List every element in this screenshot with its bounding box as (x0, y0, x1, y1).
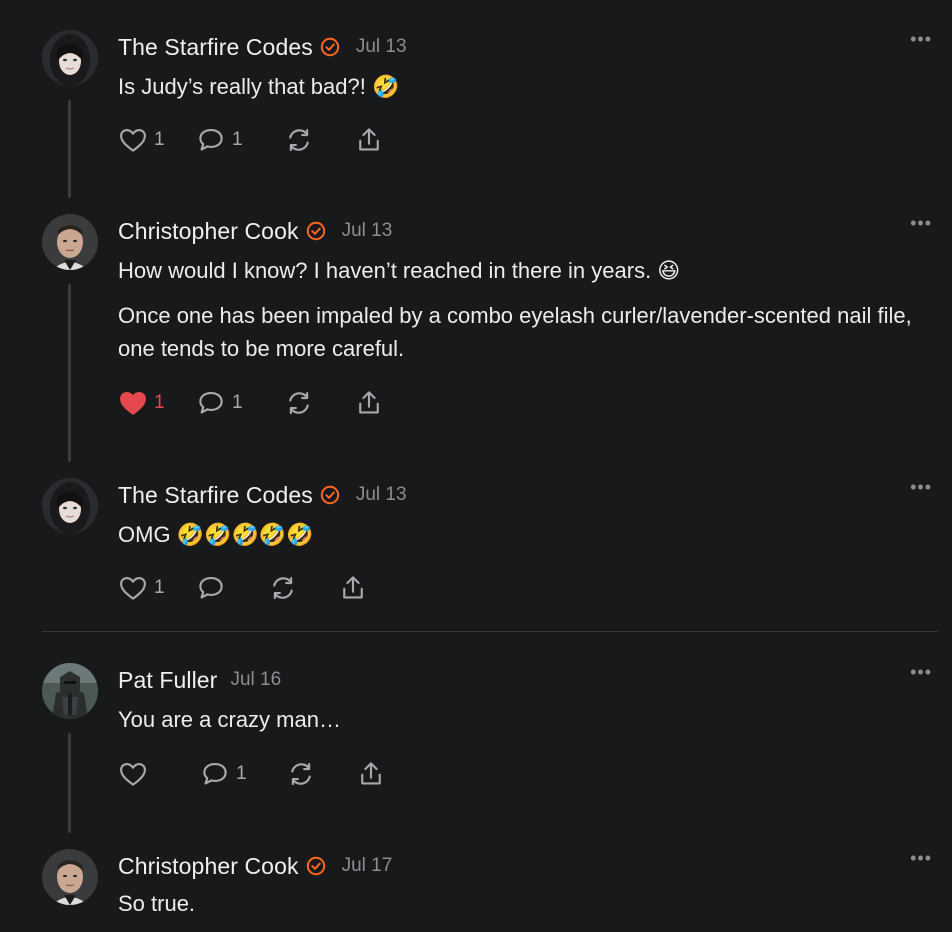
heart-filled-icon (120, 391, 146, 415)
reply-count: 1 (232, 129, 243, 150)
restack-button[interactable] (284, 123, 354, 157)
comment-text: OMG 🤣🤣🤣🤣🤣 (118, 522, 314, 547)
author-name[interactable]: Christopher Cook (118, 218, 299, 245)
comment-actions: 1 1 (118, 386, 394, 420)
comment-actions: 1 1 (118, 123, 394, 157)
like-button[interactable] (118, 757, 200, 791)
comment-icon (199, 128, 223, 151)
share-icon (359, 391, 379, 414)
thread-divider (42, 631, 938, 632)
comment-header: Christopher Cook Jul 17 (118, 851, 392, 881)
comment: Christopher Cook Jul 13 ••• How would I … (0, 214, 952, 464)
share-button[interactable] (354, 123, 394, 157)
heart-icon (120, 576, 146, 600)
comment-header: Pat Fuller Jul 16 (118, 665, 281, 695)
restack-icon (291, 762, 311, 786)
comment-body: Is Judy’s really that bad?! 🤣 (118, 70, 918, 115)
verified-badge-icon (320, 485, 340, 505)
avatar[interactable] (42, 663, 98, 719)
like-count: 1 (154, 392, 165, 413)
restack-icon (289, 391, 309, 415)
thread-line (68, 284, 71, 462)
author-name[interactable]: The Starfire Codes (118, 482, 313, 509)
like-button[interactable]: 1 (118, 123, 196, 157)
comment-date[interactable]: Jul 16 (230, 669, 281, 691)
like-button[interactable]: 1 (118, 386, 196, 420)
like-count: 1 (154, 129, 165, 150)
comment: The Starfire Codes Jul 13 ••• OMG 🤣🤣🤣🤣🤣 … (0, 478, 952, 618)
like-button[interactable]: 1 (118, 571, 196, 605)
restack-button[interactable] (284, 386, 354, 420)
heart-icon (120, 128, 146, 152)
share-button[interactable] (356, 757, 396, 791)
comment-text: How would I know? I haven’t reached in t… (118, 258, 681, 283)
author-name[interactable]: Pat Fuller (118, 667, 217, 694)
more-options-icon[interactable]: ••• (910, 849, 932, 867)
reply-count: 1 (232, 392, 243, 413)
comment-date[interactable]: Jul 13 (342, 220, 393, 242)
share-icon (361, 762, 381, 785)
author-name[interactable]: The Starfire Codes (118, 34, 313, 61)
comment-body: How would I know? I haven’t reached in t… (118, 254, 918, 377)
comment-body: OMG 🤣🤣🤣🤣🤣 (118, 518, 918, 563)
more-options-icon[interactable]: ••• (910, 214, 932, 232)
comment-actions: 1 (118, 571, 378, 605)
more-options-icon[interactable]: ••• (910, 30, 932, 48)
comment-actions: 1 (118, 757, 396, 791)
comment-text: So true. (118, 891, 196, 916)
restack-button[interactable] (268, 571, 338, 605)
verified-badge-icon (306, 856, 325, 876)
share-icon (359, 128, 379, 151)
more-options-icon[interactable]: ••• (910, 663, 932, 681)
reply-count: 1 (236, 763, 247, 784)
comment-header: The Starfire Codes Jul 13 (118, 32, 407, 62)
avatar[interactable] (42, 30, 98, 86)
comment: The Starfire Codes Jul 13 ••• Is Judy’s … (0, 30, 952, 200)
reply-button[interactable]: 1 (196, 386, 284, 420)
author-name[interactable]: Christopher Cook (118, 853, 299, 880)
comment-header: The Starfire Codes Jul 13 (118, 480, 407, 510)
comment-icon (199, 576, 223, 599)
like-count: 1 (154, 577, 165, 598)
reply-button[interactable]: 1 (200, 757, 286, 791)
comment-date[interactable]: Jul 13 (356, 36, 407, 58)
reply-button[interactable]: 1 (196, 123, 284, 157)
comment-header: Christopher Cook Jul 13 (118, 216, 392, 246)
restack-icon (289, 128, 309, 152)
comment-icon (199, 391, 223, 414)
share-icon (343, 576, 363, 599)
comment-text: You are a crazy man… (118, 707, 341, 732)
avatar[interactable] (42, 478, 98, 534)
comment-body: So true. (118, 887, 918, 932)
comment-thread: The Starfire Codes Jul 13 ••• Is Judy’s … (0, 0, 952, 932)
verified-badge-icon (306, 221, 325, 241)
restack-button[interactable] (286, 757, 356, 791)
share-button[interactable] (354, 386, 394, 420)
comment: Christopher Cook Jul 17 ••• So true. (0, 849, 952, 932)
comment: Pat Fuller Jul 16 ••• You are a crazy ma… (0, 663, 952, 835)
avatar[interactable] (42, 849, 98, 905)
avatar[interactable] (42, 214, 98, 270)
comment-date[interactable]: Jul 17 (342, 855, 393, 877)
comment-body: You are a crazy man… (118, 703, 918, 748)
comment-text: Is Judy’s really that bad?! 🤣 (118, 74, 400, 99)
share-button[interactable] (338, 571, 378, 605)
comment-date[interactable]: Jul 13 (356, 484, 407, 506)
comment-icon (203, 762, 227, 785)
thread-line (68, 100, 71, 198)
heart-icon (120, 762, 146, 786)
restack-icon (273, 576, 293, 600)
verified-badge-icon (320, 37, 340, 57)
comment-text: Once one has been impaled by a combo eye… (118, 303, 912, 361)
thread-line (68, 733, 71, 833)
more-options-icon[interactable]: ••• (910, 478, 932, 496)
reply-button[interactable] (196, 571, 268, 605)
